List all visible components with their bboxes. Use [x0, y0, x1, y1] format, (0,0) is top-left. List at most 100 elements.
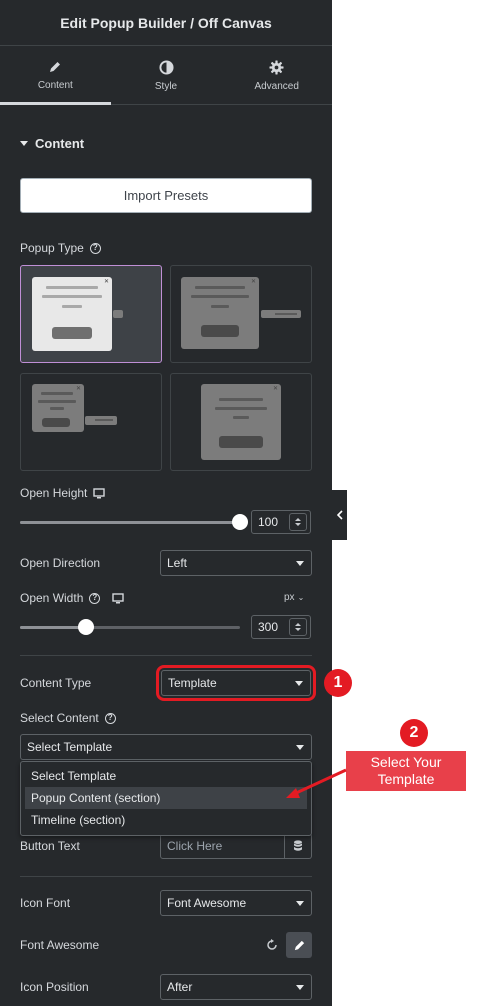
collapse-panel-button[interactable]: [332, 490, 347, 540]
stepper-icon[interactable]: [289, 513, 307, 531]
unit-select[interactable]: px ⌄: [284, 592, 304, 603]
pencil-icon: [50, 62, 61, 72]
preview-arrow: [261, 310, 301, 318]
reset-icon[interactable]: [266, 939, 278, 951]
icon-font-label: Icon Font: [20, 896, 71, 910]
popup-type-option-right[interactable]: ✕: [170, 265, 312, 363]
content-type-label: Content Type: [20, 676, 92, 690]
select-content-value: Select Template: [27, 740, 113, 754]
button-text-label: Button Text: [20, 839, 80, 853]
divider: [20, 876, 312, 877]
preview-popup-box: ✕: [201, 384, 281, 460]
select-content-select[interactable]: Select Template: [20, 734, 312, 760]
help-icon[interactable]: ?: [89, 592, 101, 604]
button-text-placeholder: Click Here: [167, 839, 223, 853]
chevron-down-icon: [296, 901, 304, 906]
icon-font-select[interactable]: Font Awesome: [160, 890, 312, 916]
chevron-down-icon: [296, 985, 304, 990]
dropdown-option-popup-content[interactable]: Popup Content (section): [25, 787, 307, 809]
open-height-value: 100: [258, 515, 279, 529]
gear-icon: [269, 59, 284, 75]
preview-popup-box: ✕: [181, 277, 259, 349]
open-height-label: Open Height: [20, 486, 106, 500]
dropdown-option[interactable]: Select Template: [25, 765, 307, 787]
chevron-down-icon: [296, 745, 304, 750]
open-width-slider[interactable]: [20, 619, 240, 635]
tab-style[interactable]: Style: [111, 47, 222, 104]
section-title-label: Content: [35, 136, 85, 151]
open-direction-select[interactable]: Left: [160, 550, 312, 576]
content-type-select[interactable]: Template: [156, 665, 316, 701]
edit-icon-button[interactable]: [286, 932, 312, 958]
content-type-value: Template: [168, 676, 217, 690]
desktop-icon[interactable]: [112, 592, 125, 604]
panel-tabs: Content Style Advanced: [0, 47, 332, 105]
open-width-label: Open Width ?: [20, 591, 125, 605]
open-direction-label: Open Direction: [20, 556, 101, 570]
open-width-value: 300: [258, 620, 279, 634]
divider: [20, 655, 312, 656]
select-content-dropdown: Select Template Popup Content (section) …: [20, 761, 312, 836]
close-icon: ✕: [272, 386, 278, 392]
chevron-down-icon: [296, 561, 304, 566]
select-content-label-text: Select Content: [20, 711, 99, 725]
pencil-icon: [294, 940, 304, 950]
help-icon[interactable]: ?: [104, 712, 116, 724]
step-badge-1: 1: [324, 669, 352, 697]
select-content-label: Select Content ?: [20, 711, 116, 725]
popup-type-label-text: Popup Type: [20, 241, 84, 255]
callout-line-1: Select Your: [370, 754, 442, 770]
close-icon: ✕: [103, 279, 109, 285]
contrast-icon: [158, 59, 174, 75]
open-height-input[interactable]: 100: [251, 510, 311, 534]
open-height-slider[interactable]: [20, 514, 248, 530]
tab-content[interactable]: Content: [0, 47, 111, 105]
tab-style-label: Style: [154, 80, 178, 92]
editor-panel: Edit Popup Builder / Off Canvas Content …: [0, 0, 332, 1006]
chevron-down-icon: ⌄: [297, 593, 305, 602]
popup-type-option-fullscreen[interactable]: ✕: [170, 373, 312, 471]
icon-position-select[interactable]: After: [160, 974, 312, 1000]
preview-popup-box: ✕: [32, 277, 112, 351]
unit-value: px: [284, 592, 295, 603]
open-width-label-text: Open Width: [20, 591, 84, 605]
button-text-input[interactable]: Click Here: [160, 833, 285, 859]
desktop-icon[interactable]: [93, 487, 106, 499]
step-badge-2: 2: [400, 719, 428, 747]
callout-box: Select Your Template: [346, 751, 466, 791]
tab-advanced[interactable]: Advanced: [221, 47, 332, 104]
import-presets-button[interactable]: Import Presets: [20, 178, 312, 213]
tab-content-label: Content: [37, 80, 73, 91]
open-width-input[interactable]: 300: [251, 615, 311, 639]
open-height-slider-fill: [20, 521, 240, 524]
stepper-icon[interactable]: [289, 618, 307, 636]
database-icon: [293, 840, 302, 851]
open-height-slider-handle[interactable]: [232, 514, 248, 530]
callout-arrow: [286, 768, 347, 798]
open-direction-value: Left: [167, 556, 188, 570]
open-height-label-text: Open Height: [20, 486, 88, 500]
dynamic-tags-button[interactable]: [284, 833, 312, 859]
tab-advanced-label: Advanced: [254, 80, 299, 92]
popup-type-option-center[interactable]: ✕: [20, 265, 162, 363]
icon-position-value: After: [167, 980, 193, 994]
section-toggle-content[interactable]: Content: [20, 136, 84, 151]
open-width-slider-fill: [20, 626, 86, 629]
chevron-down-icon: [295, 681, 303, 686]
dropdown-option[interactable]: Timeline (section): [25, 809, 307, 831]
callout-line-2: Template: [377, 771, 435, 787]
preview-arrow: [113, 310, 123, 318]
preview-arrow: [85, 416, 117, 425]
popup-type-label: Popup Type ?: [20, 241, 101, 255]
font-awesome-label: Font Awesome: [20, 938, 100, 952]
popup-type-option-bottom-left[interactable]: ✕: [20, 373, 162, 471]
icon-font-value: Font Awesome: [167, 896, 247, 910]
open-width-slider-handle[interactable]: [78, 619, 94, 635]
panel-title: Edit Popup Builder / Off Canvas: [60, 14, 272, 31]
preview-popup-box: ✕: [32, 384, 84, 432]
close-icon: ✕: [250, 279, 256, 285]
caret-down-icon: [20, 141, 28, 146]
icon-position-label: Icon Position: [20, 980, 89, 994]
help-icon[interactable]: ?: [89, 242, 101, 254]
chevron-left-icon: [336, 510, 343, 520]
